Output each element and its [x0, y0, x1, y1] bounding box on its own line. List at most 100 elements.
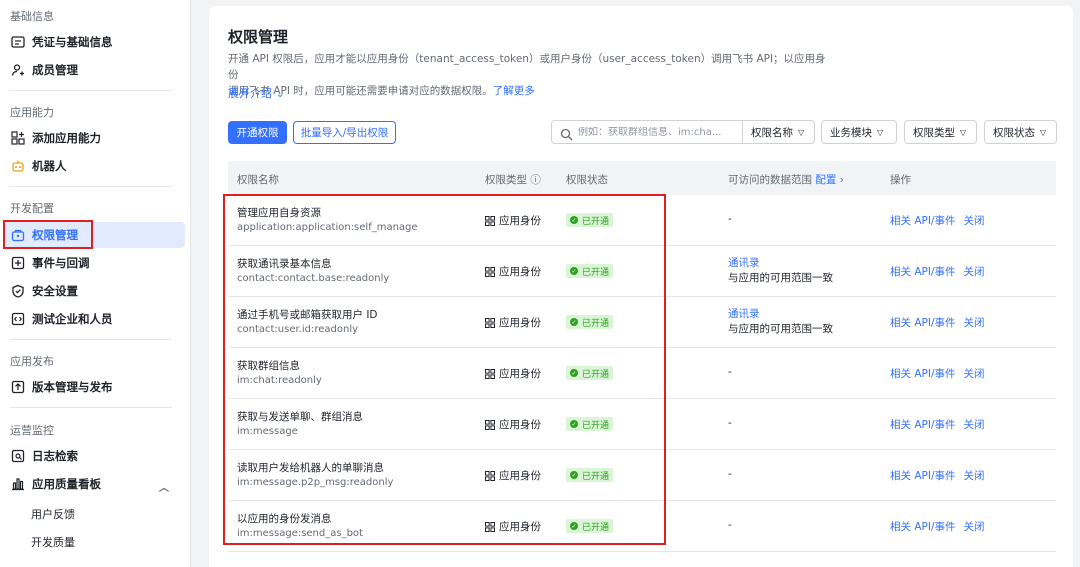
expand-label: 展开介绍 [228, 87, 272, 100]
sidebar-item-release[interactable]: 版本管理与发布 [4, 374, 185, 400]
close-permission-link[interactable]: 关闭 [964, 317, 985, 329]
highlight-box [3, 220, 93, 249]
sidebar-subitem-dev-quality[interactable]: 开发质量 [31, 534, 75, 550]
batch-import-export-button[interactable]: 批量导入/导出权限 [293, 121, 396, 144]
plus-square-icon [11, 256, 25, 270]
close-permission-link[interactable]: 关闭 [964, 470, 985, 482]
chevron-up-icon[interactable]: ︿ [159, 479, 169, 494]
section-title: 应用能力 [10, 106, 54, 119]
sidebar-item-label: 应用质量看板 [32, 477, 101, 491]
open-permission-button[interactable]: 开通权限 [228, 121, 287, 144]
header-status: 权限状态 [566, 174, 608, 186]
code-icon [11, 312, 25, 326]
sidebar-item-credentials[interactable]: 凭证与基础信息 [4, 29, 185, 55]
related-api-link[interactable]: 相关 API/事件 [890, 215, 956, 227]
id-card-icon [11, 35, 25, 49]
sidebar-item-add-capability[interactable]: 添加应用能力 [4, 125, 185, 151]
sidebar-item-label: 机器人 [32, 159, 67, 173]
scope-config-label: 配置 [815, 174, 837, 186]
main-card: 权限管理 开通 API 权限后，应用才能以应用身份（tenant_access_… [209, 6, 1073, 567]
sidebar-item-logs[interactable]: 日志检索 [4, 443, 185, 469]
divider [10, 186, 172, 187]
chevron-down-icon: ▽ [798, 127, 805, 137]
search-input[interactable] [578, 126, 738, 138]
search-box[interactable] [551, 120, 743, 144]
scope-cell: - [728, 468, 732, 480]
sidebar-item-quality[interactable]: 应用质量看板 ︿ [4, 471, 185, 497]
related-api-link[interactable]: 相关 API/事件 [890, 368, 956, 380]
header-type: 权限类型 ⓘ [485, 172, 541, 187]
divider [10, 339, 172, 340]
scope-cell: - [728, 519, 732, 531]
filter-permission-type[interactable]: 权限类型 ▽ [904, 120, 977, 144]
divider [10, 90, 172, 91]
sidebar-item-label: 测试企业和人员 [32, 312, 113, 326]
row-actions: 相关 API/事件 关闭 [890, 315, 993, 330]
sidebar-item-label: 添加应用能力 [32, 131, 101, 145]
section-title: 基础信息 [10, 10, 54, 23]
related-api-link[interactable]: 相关 API/事件 [890, 521, 956, 533]
filter-label: 权限状态 [993, 126, 1035, 139]
related-api-link[interactable]: 相关 API/事件 [890, 470, 956, 482]
close-permission-link[interactable]: 关闭 [964, 215, 985, 227]
filter-permission-status[interactable]: 权限状态 ▽ [984, 120, 1057, 144]
scope-cell: - [728, 366, 732, 378]
filter-label: 权限名称 [751, 126, 793, 139]
chevron-down-icon: ▽ [960, 127, 967, 137]
scope-cell: - [728, 213, 732, 225]
sidebar-item-label: 日志检索 [32, 449, 78, 463]
page-description: 开通 API 权限后，应用才能以应用身份（tenant_access_token… [228, 51, 828, 99]
help-icon[interactable]: ⓘ [530, 174, 541, 186]
search-icon [560, 126, 573, 140]
sidebar-item-security[interactable]: 安全设置 [4, 278, 185, 304]
header-scope: 可访问的数据范围 配置 › [728, 172, 844, 187]
row-actions: 相关 API/事件 关闭 [890, 366, 993, 381]
learn-more-link[interactable]: 了解更多 [493, 85, 535, 97]
chevron-down-icon: ⌄ [275, 87, 285, 100]
bar-chart-icon [11, 477, 25, 491]
chevron-down-icon: ▽ [1040, 127, 1047, 137]
robot-icon [11, 159, 25, 173]
sidebar-item-label: 安全设置 [32, 284, 78, 298]
filter-label: 权限类型 [913, 126, 955, 139]
header-type-label: 权限类型 [485, 174, 527, 186]
related-api-link[interactable]: 相关 API/事件 [890, 419, 956, 431]
scope-config-link[interactable]: 配置 › [815, 174, 844, 186]
row-actions: 相关 API/事件 关闭 [890, 417, 993, 432]
row-actions: 相关 API/事件 关闭 [890, 264, 993, 279]
sidebar-item-events[interactable]: 事件与回调 [4, 250, 185, 276]
sidebar-item-bot[interactable]: 机器人 [4, 153, 185, 179]
sidebar-item-label: 版本管理与发布 [32, 380, 113, 394]
scope-link[interactable]: 通讯录 [728, 308, 760, 320]
sidebar-item-label: 事件与回调 [32, 256, 90, 270]
close-permission-link[interactable]: 关闭 [964, 419, 985, 431]
row-actions: 相关 API/事件 关闭 [890, 213, 993, 228]
sidebar-subitem-feedback[interactable]: 用户反馈 [31, 506, 75, 522]
scope-cell: 通讯录 与应用的可用范围一致 [728, 256, 833, 286]
highlight-box [223, 194, 666, 545]
scope-cell: 通讯录与应用的可用范围一致 [728, 307, 833, 337]
close-permission-link[interactable]: 关闭 [964, 266, 985, 278]
section-title: 应用发布 [10, 355, 54, 368]
filter-permission-name[interactable]: 权限名称 ▽ [742, 120, 815, 144]
scope-link[interactable]: 通讯录 [728, 257, 760, 269]
scope-note: 与应用的可用范围一致 [728, 323, 833, 335]
filter-label: 业务模块 [830, 126, 872, 139]
page-title: 权限管理 [228, 28, 289, 46]
grid-add-icon [11, 131, 25, 145]
filter-business-module[interactable]: 业务模块 ▽ [821, 120, 897, 144]
related-api-link[interactable]: 相关 API/事件 [890, 266, 956, 278]
sidebar-item-test-tenant[interactable]: 测试企业和人员 [4, 306, 185, 332]
section-title: 开发配置 [10, 202, 54, 215]
expand-intro-link[interactable]: 展开介绍 ⌄ [228, 85, 285, 101]
related-api-link[interactable]: 相关 API/事件 [890, 317, 956, 329]
scope-cell: - [728, 417, 732, 429]
close-permission-link[interactable]: 关闭 [964, 368, 985, 380]
row-actions: 相关 API/事件 关闭 [890, 468, 993, 483]
log-search-icon [11, 449, 25, 463]
desc-line-1: 开通 API 权限后，应用才能以应用身份（tenant_access_token… [228, 53, 826, 81]
header-ops: 操作 [890, 174, 911, 186]
sidebar-item-label: 凭证与基础信息 [32, 35, 113, 49]
close-permission-link[interactable]: 关闭 [964, 521, 985, 533]
sidebar-item-members[interactable]: 成员管理 [4, 57, 185, 83]
